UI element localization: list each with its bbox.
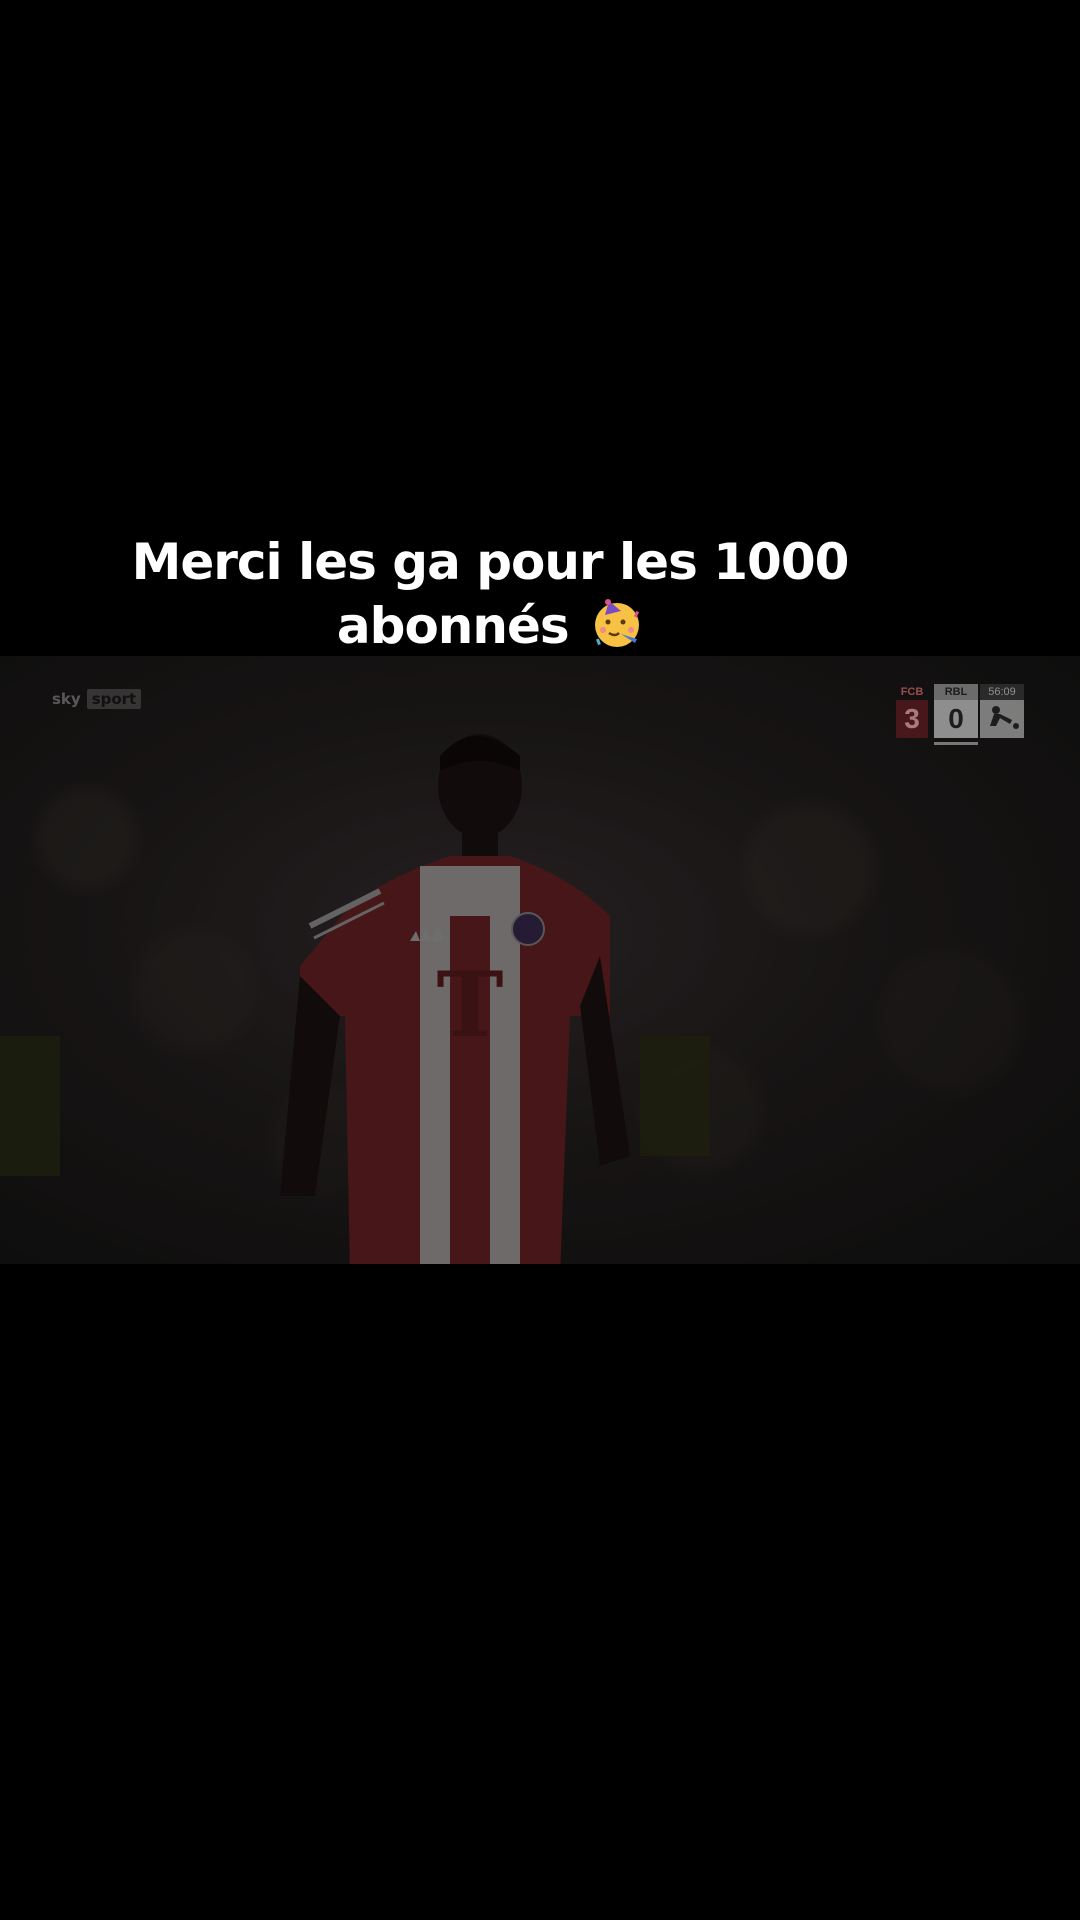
caption-line-2: abonnés [0, 594, 980, 664]
partying-face-icon [591, 597, 643, 664]
match-clock: 56:09 [980, 684, 1024, 700]
caption-line-2-text: abonnés [336, 597, 570, 655]
home-team-label: FCB [900, 686, 924, 698]
broadcaster-channel: sport [86, 689, 142, 709]
bundesliga-logo-icon [980, 700, 1024, 738]
video-screen[interactable]: Merci les ga pour les 1000 abonnés T sky… [0, 0, 1080, 1920]
video-frame[interactable]: T sky sport FCB 3 RBL 0 56:09 [0, 656, 1080, 1264]
away-team-label: RBL [934, 684, 978, 700]
home-team-score: 3 [896, 700, 928, 738]
video-caption: Merci les ga pour les 1000 abonnés [0, 530, 980, 664]
away-team-score: 0 [934, 700, 978, 738]
scoreboard: FCB 3 RBL 0 56:09 [896, 684, 1024, 756]
broadcaster-brand: sky [52, 690, 81, 708]
scoreboard-underline [934, 742, 978, 745]
caption-line-1: Merci les ga pour les 1000 [131, 533, 850, 591]
broadcaster-logo: sky sport [52, 688, 142, 710]
